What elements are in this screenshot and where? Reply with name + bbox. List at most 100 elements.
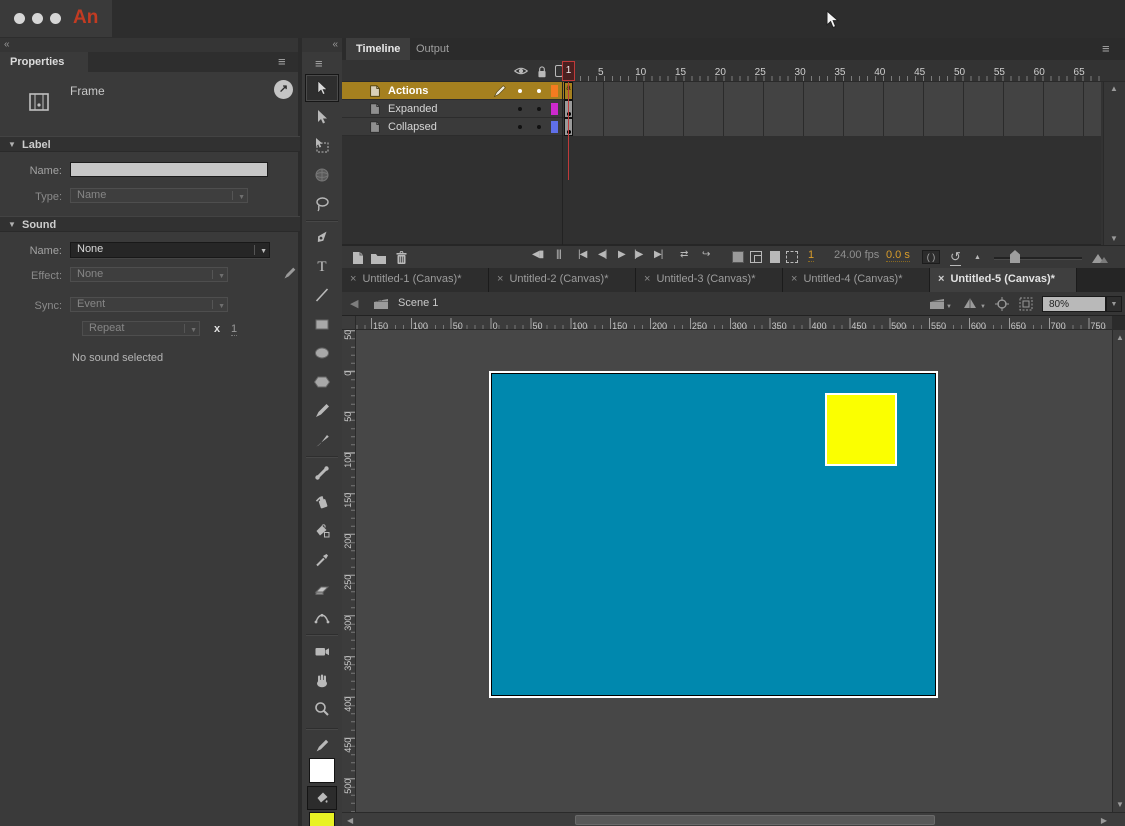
timeline-empty-area[interactable] — [342, 136, 1101, 245]
oval-tool[interactable] — [305, 339, 339, 367]
doc-tab-untitled-2[interactable]: ×Untitled-2 (Canvas)* — [489, 268, 636, 292]
layer-visible-dot[interactable] — [518, 107, 522, 111]
close-icon[interactable]: × — [350, 273, 356, 285]
center-playhead-button[interactable]: ⇄ — [680, 249, 687, 260]
collapse-panel-icon[interactable]: « — [4, 39, 10, 50]
doc-tab-untitled-4[interactable]: ×Untitled-4 (Canvas)* — [783, 268, 930, 292]
fill-color-swatch[interactable] — [309, 812, 335, 826]
sound-name-select[interactable]: None ▼ — [70, 242, 270, 258]
timeline-zoom-slider[interactable] — [994, 257, 1082, 259]
frame-grid[interactable] — [564, 82, 1101, 100]
paint-bucket-tool[interactable] — [305, 517, 339, 545]
scroll-down-icon[interactable]: ▼ — [1116, 800, 1124, 809]
loop-button[interactable]: ↪ — [702, 249, 709, 260]
pencil-tool[interactable] — [305, 397, 339, 425]
subselection-tool[interactable] — [305, 103, 339, 131]
step-forward-button[interactable]: |▶ — [634, 249, 642, 260]
new-folder-button[interactable] — [370, 251, 387, 265]
fill-color-button[interactable] — [307, 786, 337, 810]
help-arrow-button[interactable]: ↗ — [274, 80, 293, 99]
rectangle-tool[interactable] — [305, 310, 339, 338]
chevron-down-icon[interactable]: ▼ — [980, 304, 986, 310]
edit-scene-icon[interactable] — [928, 296, 946, 311]
camera-tool[interactable] — [305, 637, 339, 665]
zoom-level-select[interactable]: 80% — [1042, 296, 1106, 312]
width-tool[interactable] — [305, 604, 339, 632]
zoom-window-button[interactable] — [50, 13, 61, 24]
elapsed-time-value[interactable]: 0.0 s — [886, 249, 910, 262]
hand-tool[interactable] — [305, 666, 339, 694]
canvas-horizontal-scrollbar[interactable]: ◀ ▶ — [342, 812, 1125, 826]
polystar-tool[interactable] — [305, 368, 339, 396]
frame-rate-value[interactable]: 24.00 fps — [834, 249, 879, 261]
clip-content-icon[interactable] — [1018, 296, 1034, 312]
delete-layer-button[interactable] — [394, 250, 409, 266]
layer-color-swatch[interactable] — [551, 103, 558, 115]
frame-grid[interactable] — [564, 118, 1101, 136]
yellow-square-shape[interactable] — [825, 393, 897, 466]
scene-name[interactable]: Scene 1 — [398, 297, 438, 309]
resize-timeline-icon[interactable] — [1090, 251, 1110, 264]
doc-tab-untitled-5[interactable]: ×Untitled-5 (Canvas)* — [930, 268, 1077, 292]
layer-row-expanded[interactable]: Expanded — [342, 100, 1101, 118]
loop-playback-icon[interactable]: ↺ — [950, 249, 961, 266]
zoom-tool[interactable] — [305, 695, 339, 723]
edit-symbols-icon[interactable] — [962, 296, 978, 311]
chevron-down-icon[interactable]: ▼ — [946, 304, 952, 310]
doc-tab-untitled-3[interactable]: ×Untitled-3 (Canvas)* — [636, 268, 783, 292]
canvas-vertical-scrollbar[interactable]: ▲ ▼ — [1112, 330, 1125, 812]
doc-tab-untitled-1[interactable]: ×Untitled-1 (Canvas)* — [342, 268, 489, 292]
go-to-last-frame-button[interactable]: ▶| — [654, 249, 662, 260]
brush-tool[interactable] — [305, 426, 339, 454]
playhead-head[interactable]: 1 — [562, 61, 575, 81]
onion-skin-outlines-button[interactable] — [750, 251, 762, 263]
layer-row-collapsed[interactable]: Collapsed — [342, 118, 1101, 136]
repeat-times-value[interactable]: 1 — [231, 323, 237, 336]
layer-color-swatch[interactable] — [551, 121, 558, 133]
layer-color-swatch[interactable] — [551, 85, 558, 97]
text-tool[interactable]: T — [305, 252, 339, 280]
sound-section-header[interactable]: ▼ Sound — [0, 216, 300, 232]
scroll-right-icon[interactable]: ▶ — [1101, 816, 1107, 825]
onion-marker-icon[interactable]: ||| — [556, 249, 561, 260]
back-arrow-icon[interactable]: ◀ — [350, 297, 358, 310]
layer-lock-dot[interactable] — [537, 107, 541, 111]
ink-bottle-tool[interactable] — [305, 488, 339, 516]
zoom-dropdown-button[interactable]: ▼ — [1106, 296, 1122, 312]
playhead-line[interactable] — [568, 82, 569, 180]
current-frame-value[interactable]: 1 — [808, 249, 814, 262]
section-collapse-icon[interactable]: ▼ — [8, 220, 16, 229]
timeline-vertical-scrollbar[interactable]: ▲ ▼ — [1103, 82, 1125, 245]
tab-output[interactable]: Output — [406, 38, 459, 60]
layer-row-actions[interactable]: Actions a — [342, 82, 1101, 100]
panel-menu-icon[interactable]: ≡ — [278, 54, 286, 69]
line-tool[interactable] — [305, 281, 339, 309]
horizontal-scroll-thumb[interactable] — [575, 815, 935, 825]
tab-timeline[interactable]: Timeline — [346, 38, 410, 60]
pasteboard[interactable] — [356, 330, 1112, 812]
layer-lock-dot[interactable] — [537, 125, 541, 129]
new-layer-button[interactable] — [350, 250, 366, 266]
tab-properties[interactable]: Properties — [0, 52, 88, 72]
edit-multiple-frames-button[interactable] — [770, 251, 780, 263]
layer-visible-dot[interactable] — [518, 125, 522, 129]
paragraph-toggle-button[interactable]: ( ) — [922, 250, 940, 264]
tools-menu-icon[interactable]: ≡ — [315, 56, 323, 71]
timeline-menu-icon[interactable]: ≡ — [1102, 41, 1110, 56]
label-name-input[interactable] — [70, 162, 268, 177]
frame-grid[interactable] — [564, 100, 1101, 118]
3d-rotation-tool[interactable] — [305, 161, 339, 189]
go-to-first-frame-button[interactable]: |◀ — [578, 249, 586, 260]
layer-lock-dot[interactable] — [537, 89, 541, 93]
lasso-tool[interactable] — [305, 190, 339, 218]
frame-ruler[interactable]: 15101520253035404550556065 — [541, 62, 1101, 76]
minimize-window-button[interactable] — [32, 13, 43, 24]
close-icon[interactable]: × — [791, 273, 797, 285]
pen-tool[interactable] — [305, 223, 339, 251]
close-icon[interactable]: × — [644, 273, 650, 285]
layer-visible-dot[interactable] — [518, 89, 522, 93]
onion-skin-button[interactable] — [732, 251, 744, 263]
scroll-left-icon[interactable]: ◀ — [347, 816, 353, 825]
center-frame-marker-icon[interactable]: ◀▮ — [532, 249, 543, 260]
center-stage-crosshair-icon[interactable] — [994, 296, 1010, 312]
